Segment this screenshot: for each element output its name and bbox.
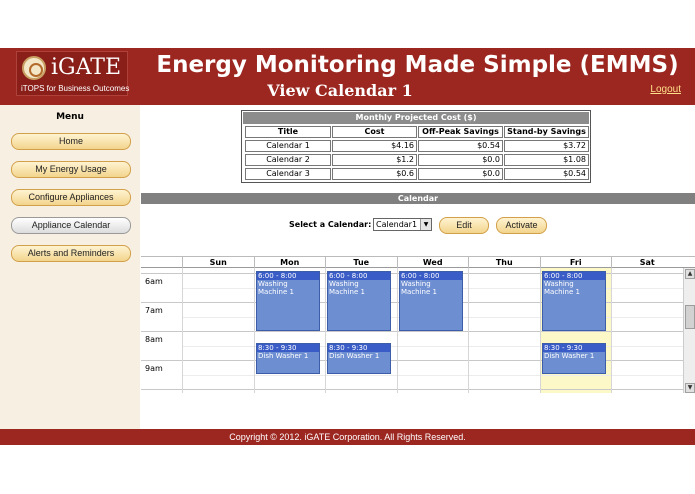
event-title: Washing Machine 1 [329, 280, 365, 296]
activate-button[interactable]: Activate [496, 217, 547, 234]
day-header-wed: Wed [396, 257, 469, 268]
event-title: Dish Washer 1 [544, 352, 595, 360]
cost-table-caption: Monthly Projected Cost ($) [243, 112, 589, 124]
calendar-grid: SunMonTueWedThuFriSat 6am7am8am9am10am6:… [141, 256, 695, 393]
edit-button[interactable]: Edit [439, 217, 489, 234]
time-label: 7am [145, 306, 163, 315]
select-calendar-label: Select a Calendar: [289, 220, 372, 229]
footer-copyright: Copyright © 2012. iGATE Corporation. All… [0, 429, 695, 445]
sidebar-item-alerts-and-reminders[interactable]: Alerts and Reminders [11, 245, 131, 262]
sidebar-item-configure-appliances[interactable]: Configure Appliances [11, 189, 131, 206]
cost-table-header: Off-Peak Savings [418, 126, 503, 138]
calendar-event[interactable]: 6:00 - 8:00 Washing Machine 1 [327, 271, 391, 331]
cost-table-cell: Calendar 3 [245, 168, 331, 180]
cost-table: Monthly Projected Cost ($) Title Cost Of… [241, 110, 591, 183]
cost-table-header: Stand-by Savings [504, 126, 589, 138]
cost-table-cell: $3.72 [504, 140, 589, 152]
calendar-event[interactable]: 8:30 - 9:30 Dish Washer 1 [256, 343, 320, 374]
hour-line [141, 331, 683, 332]
sidebar-item-appliance-calendar[interactable]: Appliance Calendar [11, 217, 131, 234]
event-title: Dish Washer 1 [329, 352, 380, 360]
time-label: 8am [145, 335, 163, 344]
event-title: Washing Machine 1 [401, 280, 437, 296]
event-time: 6:00 - 8:00 [257, 272, 319, 280]
page: iGATE iTOPS for Business Outcomes Energy… [0, 0, 695, 494]
scrollbar-thumb[interactable] [685, 305, 695, 329]
calendar-select-value: Calendar1 [376, 220, 418, 229]
day-column-divider [540, 268, 541, 393]
event-title: Dish Washer 1 [258, 352, 309, 360]
day-column-divider [611, 268, 612, 393]
day-header-sat: Sat [611, 257, 683, 268]
sidebar-item-home[interactable]: Home [11, 133, 131, 150]
cost-table-cell: $0.0 [418, 154, 503, 166]
cost-table-cell: Calendar 1 [245, 140, 331, 152]
day-header-tue: Tue [325, 257, 397, 268]
seal-icon [22, 56, 46, 80]
calendar-event[interactable]: 6:00 - 8:00 Washing Machine 1 [399, 271, 463, 331]
time-label: 6am [145, 277, 163, 286]
day-column-divider [254, 268, 255, 393]
event-title: Washing Machine 1 [544, 280, 580, 296]
cost-table-cell: $4.16 [332, 140, 417, 152]
hour-line [141, 389, 683, 390]
calendar-select[interactable]: Calendar1 ▼ [373, 218, 432, 231]
calendar-event[interactable]: 8:30 - 9:30 Dish Washer 1 [327, 343, 391, 374]
header: iGATE iTOPS for Business Outcomes Energy… [0, 48, 695, 105]
time-label: 9am [145, 364, 163, 373]
day-header-mon: Mon [253, 257, 326, 268]
event-time: 6:00 - 8:00 [328, 272, 390, 280]
page-title: View Calendar 1 [267, 81, 413, 100]
calendar-event[interactable]: 6:00 - 8:00 Washing Machine 1 [256, 271, 320, 331]
calendar-section-title: Calendar [141, 193, 695, 204]
calendar-day-header-row: Sun Mon Tue Wed Thu Fri Sat [141, 257, 695, 268]
logo-name: iGATE [51, 55, 122, 80]
day-header-thu: Thu [468, 257, 540, 268]
cost-table-header: Cost [332, 126, 417, 138]
calendar-scrollbar[interactable]: ▲ ▼ [683, 268, 695, 393]
calendar-body[interactable]: 6am7am8am9am10am6:00 - 8:00Washing Machi… [141, 268, 683, 393]
day-column-divider [325, 268, 326, 393]
logo[interactable]: iGATE iTOPS for Business Outcomes [16, 51, 130, 96]
arrow-down-icon[interactable]: ▼ [685, 383, 695, 393]
day-column-divider [182, 268, 183, 393]
calendar-event[interactable]: 6:00 - 8:00 Washing Machine 1 [542, 271, 606, 331]
arrow-up-icon[interactable]: ▲ [685, 269, 695, 279]
app-title: Energy Monitoring Made Simple (EMMS) [156, 52, 679, 78]
event-time: 8:30 - 9:30 [543, 344, 605, 352]
cost-table-cell: $1.2 [332, 154, 417, 166]
cost-table-header: Title [245, 126, 331, 138]
menu-title: Menu [56, 112, 84, 122]
event-time: 8:30 - 9:30 [328, 344, 390, 352]
event-title: Washing Machine 1 [258, 280, 294, 296]
event-time: 6:00 - 8:00 [400, 272, 462, 280]
sidebar: Menu Home My Energy Usage Configure Appl… [0, 105, 140, 429]
cost-table-cell: $0.6 [332, 168, 417, 180]
chevron-down-icon[interactable]: ▼ [420, 219, 431, 230]
sidebar-item-my-energy-usage[interactable]: My Energy Usage [11, 161, 131, 178]
cost-table-cell: $0.0 [418, 168, 503, 180]
half-hour-line [182, 375, 683, 376]
cost-table-cell: $0.54 [504, 168, 589, 180]
cost-table-cell: $0.54 [418, 140, 503, 152]
cost-table-cell: Calendar 2 [245, 154, 331, 166]
day-column-divider [468, 268, 469, 393]
cost-table-cell: $1.08 [504, 154, 589, 166]
day-column-divider [397, 268, 398, 393]
day-header-fri: Fri [539, 257, 612, 268]
event-time: 6:00 - 8:00 [543, 272, 605, 280]
logo-tagline: iTOPS for Business Outcomes [21, 84, 130, 93]
event-time: 8:30 - 9:30 [257, 344, 319, 352]
logout-link[interactable]: Logout [650, 84, 681, 95]
calendar-event[interactable]: 8:30 - 9:30 Dish Washer 1 [542, 343, 606, 374]
day-header-sun: Sun [182, 257, 254, 268]
